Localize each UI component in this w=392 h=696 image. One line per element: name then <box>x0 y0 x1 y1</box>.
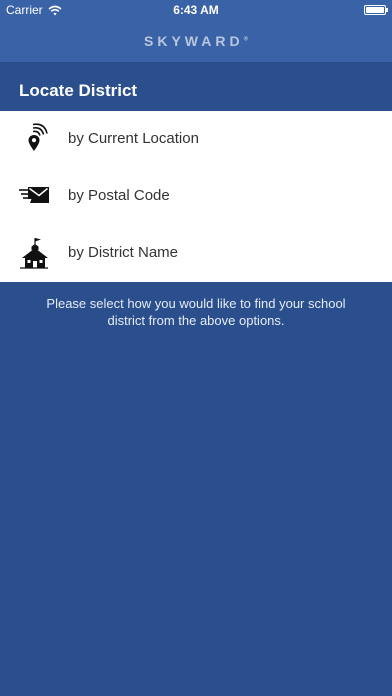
instruction-text: Please select how you would like to find… <box>46 296 346 328</box>
envelope-icon <box>19 187 49 203</box>
page-title: Locate District <box>19 81 138 100</box>
option-postal-code[interactable]: by Postal Code <box>0 168 392 225</box>
options-list: by Current Location by Postal Code by Di… <box>0 111 392 282</box>
nav-bar: SKYWARD® <box>0 20 392 63</box>
section-header: Locate District <box>0 63 392 111</box>
option-label: by District Name <box>68 244 179 261</box>
status-bar: Carrier 6:43 AM <box>0 0 392 20</box>
status-time: 6:43 AM <box>173 3 219 17</box>
location-pin-icon <box>28 123 48 151</box>
option-current-location[interactable]: by Current Location <box>0 111 392 168</box>
option-district-name[interactable]: by District Name <box>0 225 392 282</box>
option-label: by Postal Code <box>68 187 170 204</box>
battery-icon <box>364 5 388 15</box>
skyward-logo: SKYWARD® <box>144 33 248 49</box>
schoolhouse-icon <box>20 238 48 269</box>
option-label: by Current Location <box>68 130 199 147</box>
